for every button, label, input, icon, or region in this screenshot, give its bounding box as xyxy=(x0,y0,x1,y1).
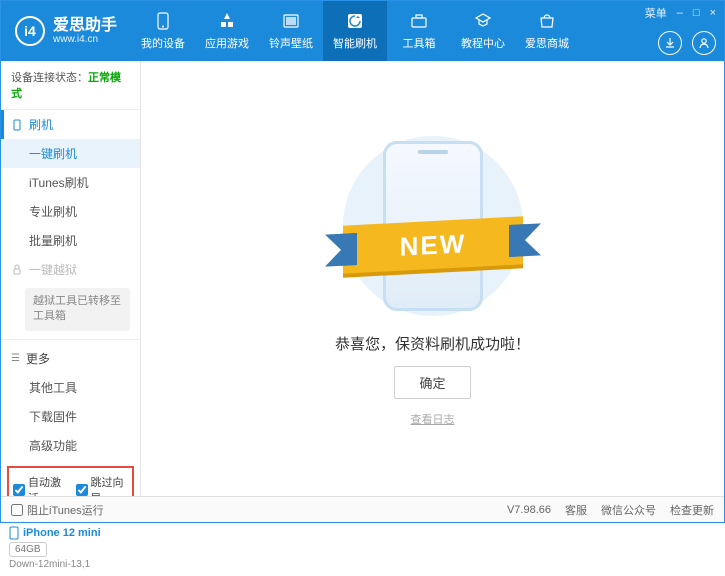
store-icon xyxy=(537,11,557,31)
nav-flash[interactable]: 智能刷机 xyxy=(323,1,387,61)
nav-apps[interactable]: 应用游戏 xyxy=(195,1,259,61)
connection-status: 设备连接状态：正常模式 xyxy=(1,61,140,110)
nav-tutorial[interactable]: 教程中心 xyxy=(451,1,515,61)
window-controls: 菜单 – □ × xyxy=(637,1,724,61)
nav-store[interactable]: 爱思商城 xyxy=(515,1,579,61)
wechat-link[interactable]: 微信公众号 xyxy=(601,502,656,518)
brand-logo-icon: i4 xyxy=(15,16,45,46)
download-button[interactable] xyxy=(658,31,682,55)
sidebar-head-flash[interactable]: 刷机 xyxy=(1,110,140,139)
maximize-button[interactable]: □ xyxy=(693,7,700,19)
phone-small-icon xyxy=(11,119,23,131)
nav-device[interactable]: 我的设备 xyxy=(131,1,195,61)
device-firmware: Down-12mini-13,1 xyxy=(9,559,132,570)
toolbox-icon xyxy=(409,11,429,31)
nav-label: 我的设备 xyxy=(141,35,185,51)
success-message: 恭喜您，保资料刷机成功啦！ xyxy=(335,333,530,354)
sidebar-item-pro-flash[interactable]: 专业刷机 xyxy=(1,197,140,226)
apps-icon xyxy=(217,11,237,31)
flash-icon xyxy=(345,11,365,31)
nav-label: 工具箱 xyxy=(403,35,436,51)
sidebar-item-advanced[interactable]: 高级功能 xyxy=(1,431,140,460)
nav-label: 铃声壁纸 xyxy=(269,35,313,51)
support-link[interactable]: 客服 xyxy=(565,502,587,518)
brand-title: 爱思助手 xyxy=(53,17,117,35)
device-icon xyxy=(9,526,19,540)
device-panel[interactable]: iPhone 12 mini 64GB Down-12mini-13,1 xyxy=(1,520,140,576)
new-badge-icon: NEW xyxy=(343,216,523,273)
sidebar-item-batch-flash[interactable]: 批量刷机 xyxy=(1,226,140,255)
version-label: V7.98.66 xyxy=(507,504,551,516)
check-update-link[interactable]: 检查更新 xyxy=(670,502,714,518)
sidebar-item-oneclick-flash[interactable]: 一键刷机 xyxy=(1,139,140,168)
nav-label: 应用游戏 xyxy=(205,35,249,51)
title-bar: i4 爱思助手 www.i4.cn 我的设备 应用游戏 铃声壁纸 智能刷机 xyxy=(1,1,724,61)
phone-icon xyxy=(153,11,173,31)
close-button[interactable]: × xyxy=(710,7,716,19)
tutorial-icon xyxy=(473,11,493,31)
brand: i4 爱思助手 www.i4.cn xyxy=(1,1,131,61)
checkbox-block-itunes[interactable]: 阻止iTunes运行 xyxy=(11,502,104,518)
status-bar: 阻止iTunes运行 V7.98.66 客服 微信公众号 检查更新 xyxy=(1,496,724,522)
view-log-link[interactable]: 查看日志 xyxy=(411,411,455,427)
brand-url: www.i4.cn xyxy=(53,34,117,45)
main-content: NEW 恭喜您，保资料刷机成功啦！ 确定 查看日志 xyxy=(141,61,724,496)
top-nav: 我的设备 应用游戏 铃声壁纸 智能刷机 工具箱 教程中心 xyxy=(131,1,637,61)
storage-badge: 64GB xyxy=(9,542,47,557)
list-icon: ☰ xyxy=(11,353,20,364)
ok-button[interactable]: 确定 xyxy=(394,366,470,399)
menu-button[interactable]: 菜单 xyxy=(645,5,667,21)
sidebar-item-download-fw[interactable]: 下载固件 xyxy=(1,402,140,431)
user-button[interactable] xyxy=(692,31,716,55)
minimize-button[interactable]: – xyxy=(677,7,683,19)
sidebar-head-jailbreak: 一键越狱 xyxy=(1,255,140,284)
sidebar: 设备连接状态：正常模式 刷机 一键刷机 iTunes刷机 专业刷机 批量刷机 一… xyxy=(1,61,141,496)
nav-label: 教程中心 xyxy=(461,35,505,51)
nav-label: 智能刷机 xyxy=(333,35,377,51)
wallpaper-icon xyxy=(281,11,301,31)
nav-toolbox[interactable]: 工具箱 xyxy=(387,1,451,61)
sidebar-item-other-tools[interactable]: 其他工具 xyxy=(1,373,140,402)
jailbreak-note: 越狱工具已转移至工具箱 xyxy=(25,288,130,331)
success-illustration: NEW xyxy=(323,131,543,321)
nav-ringtone[interactable]: 铃声壁纸 xyxy=(259,1,323,61)
sidebar-head-more[interactable]: ☰ 更多 xyxy=(1,344,140,373)
nav-label: 爱思商城 xyxy=(525,35,569,51)
lock-icon xyxy=(11,264,23,276)
device-name: iPhone 12 mini xyxy=(9,526,132,540)
sidebar-item-itunes-flash[interactable]: iTunes刷机 xyxy=(1,168,140,197)
